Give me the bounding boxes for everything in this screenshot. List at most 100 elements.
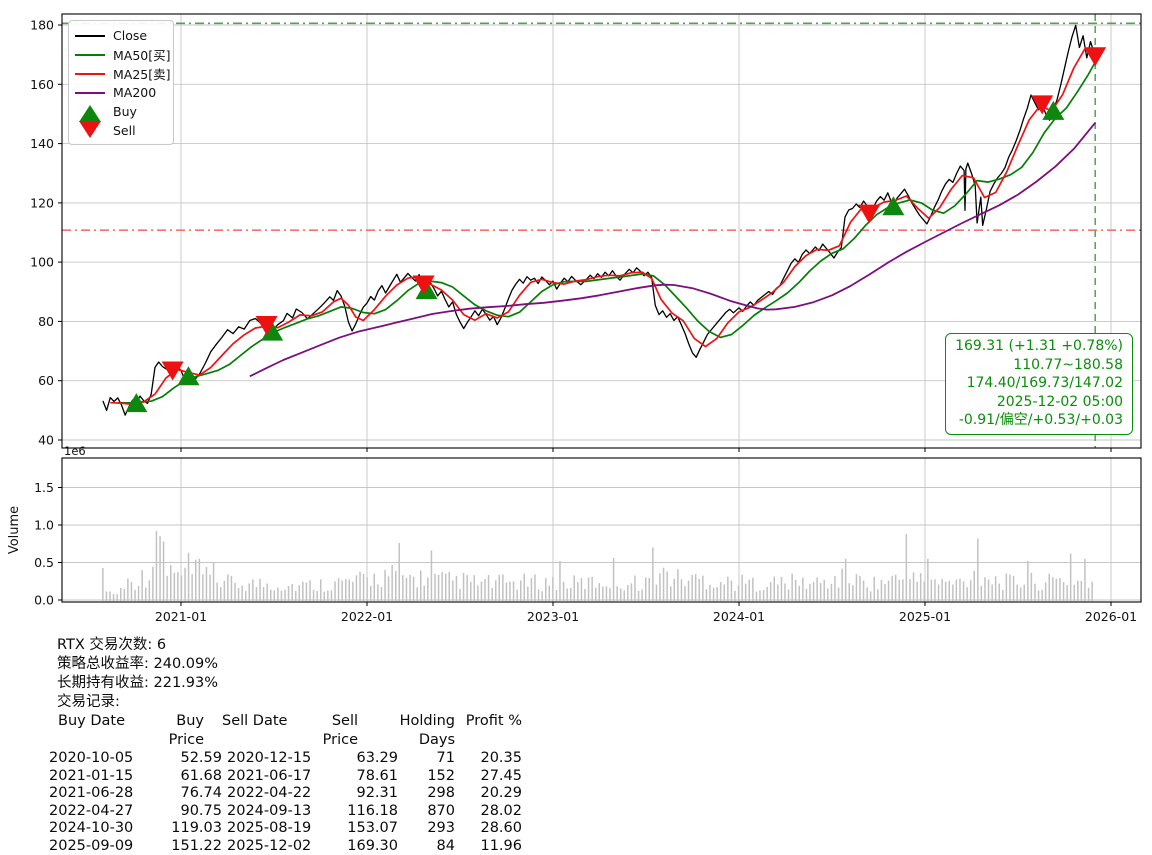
volume-bar — [166, 576, 168, 601]
volume-bar — [224, 581, 226, 601]
price-tick-label: 140 — [30, 136, 54, 151]
volume-bar — [491, 588, 493, 601]
volume-bar — [363, 574, 365, 601]
trade-cell: 28.02 — [455, 803, 522, 821]
volume-bar — [938, 585, 940, 602]
price-tick-label: 40 — [38, 433, 54, 448]
volume-bar — [906, 534, 908, 601]
volume-bar — [527, 587, 529, 601]
volume-bar — [1077, 581, 1079, 601]
volume-bar — [477, 585, 479, 601]
trade-cell: 293 — [398, 820, 455, 838]
volume-bar — [291, 584, 293, 601]
volume-bar — [616, 586, 618, 601]
volume-bar — [691, 575, 693, 601]
volume-bar — [1027, 561, 1029, 601]
volume-bar — [966, 587, 968, 601]
volume-bar — [934, 579, 936, 601]
legend-label-buy: Buy — [113, 104, 137, 119]
volume-bar — [888, 581, 890, 601]
volume-bar — [116, 594, 118, 601]
volume-bar — [274, 590, 276, 601]
volume-bar — [349, 580, 351, 602]
volume-bar — [802, 578, 804, 601]
volume-bar — [674, 579, 676, 601]
trade-row: 2021-01-1561.682021-06-1778.6115227.45 — [49, 768, 609, 786]
volume-bar — [995, 576, 997, 601]
trade-cell: 2024-10-30 — [49, 820, 141, 838]
volume-bar — [434, 574, 436, 601]
volume-bar — [216, 583, 218, 602]
volume-bar — [513, 582, 515, 602]
ma25-line-swatch — [75, 73, 105, 75]
volume-bar — [1016, 585, 1018, 601]
volume-bar — [902, 579, 904, 601]
volume-bar — [456, 576, 458, 601]
info-box-line: -0.91/偏空/+0.53/+0.03 — [955, 411, 1123, 430]
volume-bar — [177, 572, 179, 601]
volume-bar — [270, 590, 272, 601]
trade-table-col-header: Profit % — [455, 712, 522, 750]
legend-item-ma200: MA200 — [75, 83, 167, 102]
volume-bar — [713, 588, 715, 601]
trade-cell: 870 — [398, 803, 455, 821]
volume-bar — [284, 590, 286, 601]
volume-bar — [152, 567, 154, 601]
volume-bar — [606, 586, 608, 601]
volume-bar — [634, 576, 636, 602]
volume-bar — [895, 575, 897, 601]
volume-bar — [495, 580, 497, 601]
volume-bar — [941, 579, 943, 601]
volume-bar — [345, 579, 347, 601]
volume-bar — [420, 571, 422, 602]
volume-bar — [416, 587, 418, 601]
volume-bar — [191, 574, 193, 601]
volume-bar — [231, 576, 233, 601]
trade-cell: 298 — [398, 785, 455, 803]
volume-bar — [1006, 574, 1008, 601]
trade-cell: 20.29 — [455, 785, 522, 803]
volume-bar — [213, 563, 215, 602]
price-tick-label: 120 — [30, 195, 54, 210]
trade-cell: 27.45 — [455, 768, 522, 786]
volume-bar — [188, 553, 190, 601]
volume-bar — [827, 589, 829, 602]
trade-cell: 2024-09-13 — [222, 803, 321, 821]
ma50-line-swatch — [75, 54, 105, 56]
volume-axis-label: Volume — [7, 506, 22, 554]
price-tick-label: 60 — [38, 373, 54, 388]
volume-bar — [1052, 577, 1054, 601]
legend-item-ma25: MA25[卖] — [75, 64, 167, 83]
quote-info-box: 169.31 (+1.31 +0.78%)110.77~180.58174.40… — [945, 333, 1133, 435]
volume-bar — [388, 576, 390, 601]
volume-tick-label: 1.5 — [34, 480, 54, 495]
volume-bar — [531, 578, 533, 601]
volume-bar — [638, 591, 640, 601]
strategy-return-line: 策略总收益率: 240.09% — [49, 655, 609, 674]
volume-bar — [956, 580, 958, 602]
volume-bar — [302, 582, 304, 601]
volume-panel-bg — [62, 458, 1141, 602]
volume-bar — [1009, 575, 1011, 601]
trade-cell: 20.35 — [455, 750, 522, 768]
volume-bar — [366, 577, 368, 601]
close-swatch — [75, 35, 105, 37]
volume-bar — [299, 585, 301, 601]
volume-bar — [924, 582, 926, 601]
volume-bar — [1084, 559, 1086, 601]
trade-table-col-header: Buy Date — [49, 712, 141, 750]
volume-bar — [799, 586, 801, 601]
volume-bar — [959, 579, 961, 601]
volume-bar — [516, 590, 518, 602]
volume-bar — [709, 585, 711, 601]
volume-bar — [413, 577, 415, 601]
volume-bar — [577, 582, 579, 601]
volume-bar — [602, 587, 604, 601]
volume-bar — [649, 578, 651, 601]
volume-bar — [438, 575, 440, 601]
volume-bar — [124, 589, 126, 601]
info-box-line: 2025-12-02 05:00 — [955, 393, 1123, 412]
trading-chart-page: { "summary": { "trades_line": "RTX 交易次数:… — [0, 0, 1152, 849]
volume-bar — [566, 588, 568, 601]
legend-item-ma50: MA50[买] — [75, 45, 167, 64]
